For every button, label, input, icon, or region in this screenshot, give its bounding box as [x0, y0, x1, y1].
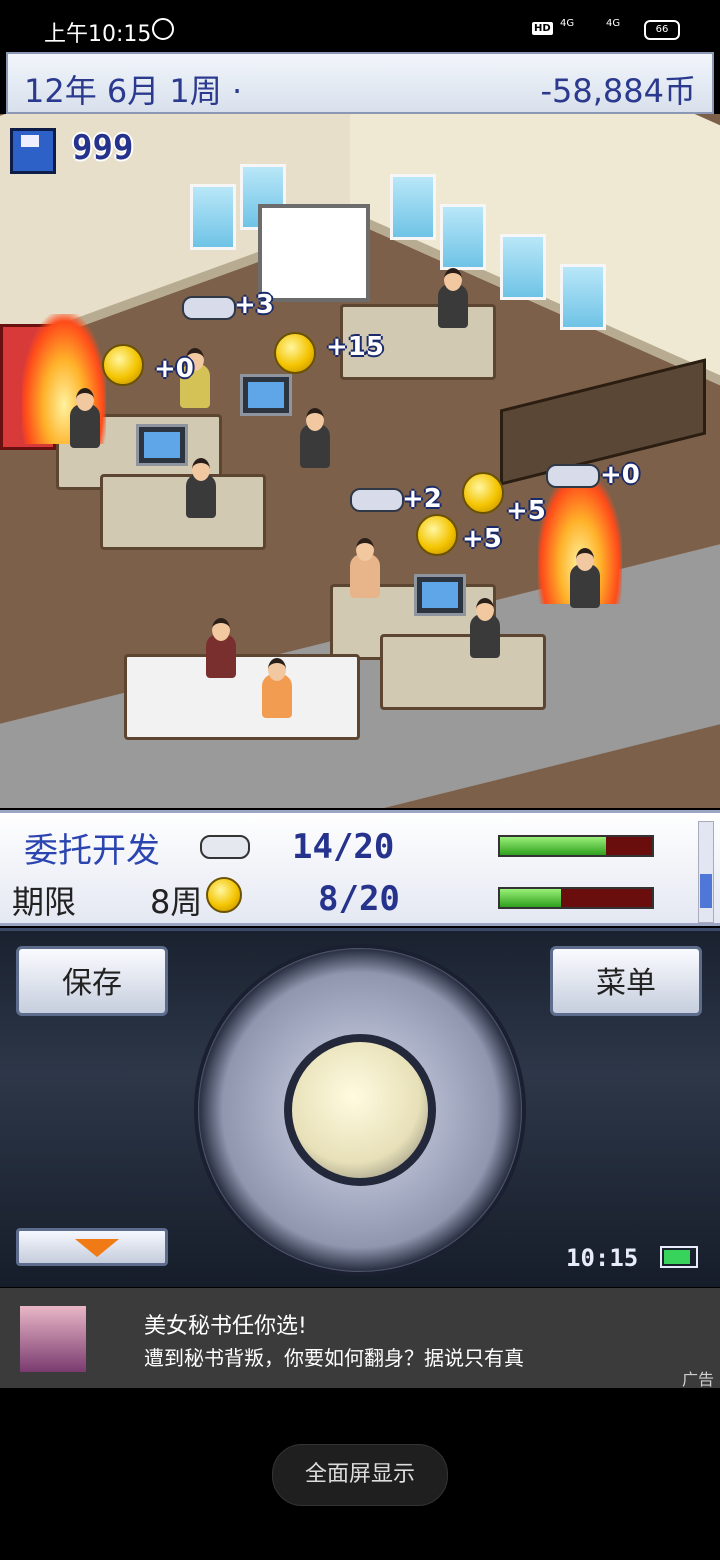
staff-member[interactable]: [186, 458, 216, 518]
ad-title[interactable]: 美女秘书任你选!: [144, 1308, 307, 1340]
game-clock: 10:15: [566, 1244, 639, 1272]
computer: [414, 574, 466, 616]
dpad[interactable]: [194, 944, 526, 1276]
dpad-center-button[interactable]: [284, 1034, 436, 1186]
fun-popup: +0: [600, 460, 640, 490]
fun-popup: +5: [506, 496, 546, 526]
floppy-disk-icon: [10, 128, 56, 174]
coin-progress: 8/20: [318, 879, 400, 919]
coin-icon: [102, 344, 144, 386]
receptionist[interactable]: [262, 658, 292, 718]
scrollbar-thumb[interactable]: [700, 874, 712, 908]
coin-popup: +15: [326, 332, 384, 362]
window: [500, 234, 546, 300]
office-scene[interactable]: 999 +3 +0 +15 +0 +2 +5 +5: [0, 114, 720, 808]
window: [190, 184, 236, 250]
staff-member[interactable]: [438, 268, 468, 328]
signal-icon: 4G: [560, 18, 575, 29]
ad-thumbnail[interactable]: [20, 1306, 86, 1372]
game-top-bar: 12年 6月 1周 · -58,884币: [6, 52, 714, 114]
staff-member-on-fire[interactable]: [570, 548, 600, 608]
battery-icon: 66: [644, 20, 680, 40]
whiteboard: [258, 204, 370, 302]
panel-scrollbar[interactable]: [698, 821, 714, 923]
save-button[interactable]: 保存: [16, 946, 168, 1016]
alarm-icon: [152, 18, 174, 40]
project-panel[interactable]: 委托开发 14/20 期限 8周 8/20: [0, 810, 720, 926]
hd-icon: HD: [532, 22, 553, 35]
work-desk: [100, 474, 266, 550]
save-count: 999: [72, 128, 134, 168]
signal-icon-2: 4G: [606, 18, 621, 29]
arrow-down-icon: [75, 1239, 119, 1257]
coin-icon: [416, 514, 458, 556]
gamepad-icon: [182, 296, 236, 320]
fun-progress-bar: [498, 835, 654, 857]
fun-progress-fill: [500, 837, 607, 855]
game-date: 12年 6月 1周 ·: [24, 72, 243, 110]
gamepad-icon: [200, 835, 250, 859]
coin-popup: +5: [462, 524, 502, 554]
work-desk: [380, 634, 546, 710]
fun-popup: +3: [234, 290, 274, 320]
coin-progress-fill: [500, 889, 561, 907]
computer: [136, 424, 188, 466]
menu-button[interactable]: 菜单: [550, 946, 702, 1016]
coin-progress-bar: [498, 887, 654, 909]
ad-description[interactable]: 遭到秘书背叛，你要如何翻身？据说只有真: [144, 1342, 524, 1371]
staff-member-on-fire[interactable]: [70, 388, 100, 448]
fun-progress: 14/20: [292, 827, 395, 867]
reception-desk: [124, 654, 360, 740]
staff-member[interactable]: [350, 538, 380, 598]
ad-banner[interactable]: 美女秘书任你选! 遭到秘书背叛，你要如何翻身？据说只有真 广告: [0, 1288, 720, 1389]
computer: [240, 374, 292, 416]
coin-icon: [462, 472, 504, 514]
window: [390, 174, 436, 240]
battery-icon: [660, 1246, 698, 1268]
money-display: -58,884币: [540, 72, 696, 110]
gamepad-icon: [546, 464, 600, 488]
gamepad-icon: [350, 488, 404, 512]
receptionist[interactable]: [206, 618, 236, 678]
coin-icon: [206, 877, 242, 913]
status-bar: 上午10:15 HD 4G 4G 66: [0, 0, 720, 56]
project-title: 委托开发: [24, 831, 160, 871]
fullscreen-button[interactable]: 全面屏显示: [272, 1444, 448, 1506]
fun-popup: +2: [402, 484, 442, 514]
deadline-label: 期限: [12, 883, 77, 921]
scroll-down-button[interactable]: [16, 1228, 168, 1266]
deadline-weeks: 8周: [150, 883, 203, 921]
staff-member[interactable]: [300, 408, 330, 468]
coin-popup: +0: [154, 354, 194, 384]
window: [560, 264, 606, 330]
coin-icon: [274, 332, 316, 374]
staff-member[interactable]: [470, 598, 500, 658]
status-time: 上午10:15: [44, 22, 152, 47]
window: [440, 204, 486, 270]
ad-tag: 广告: [681, 1370, 714, 1389]
